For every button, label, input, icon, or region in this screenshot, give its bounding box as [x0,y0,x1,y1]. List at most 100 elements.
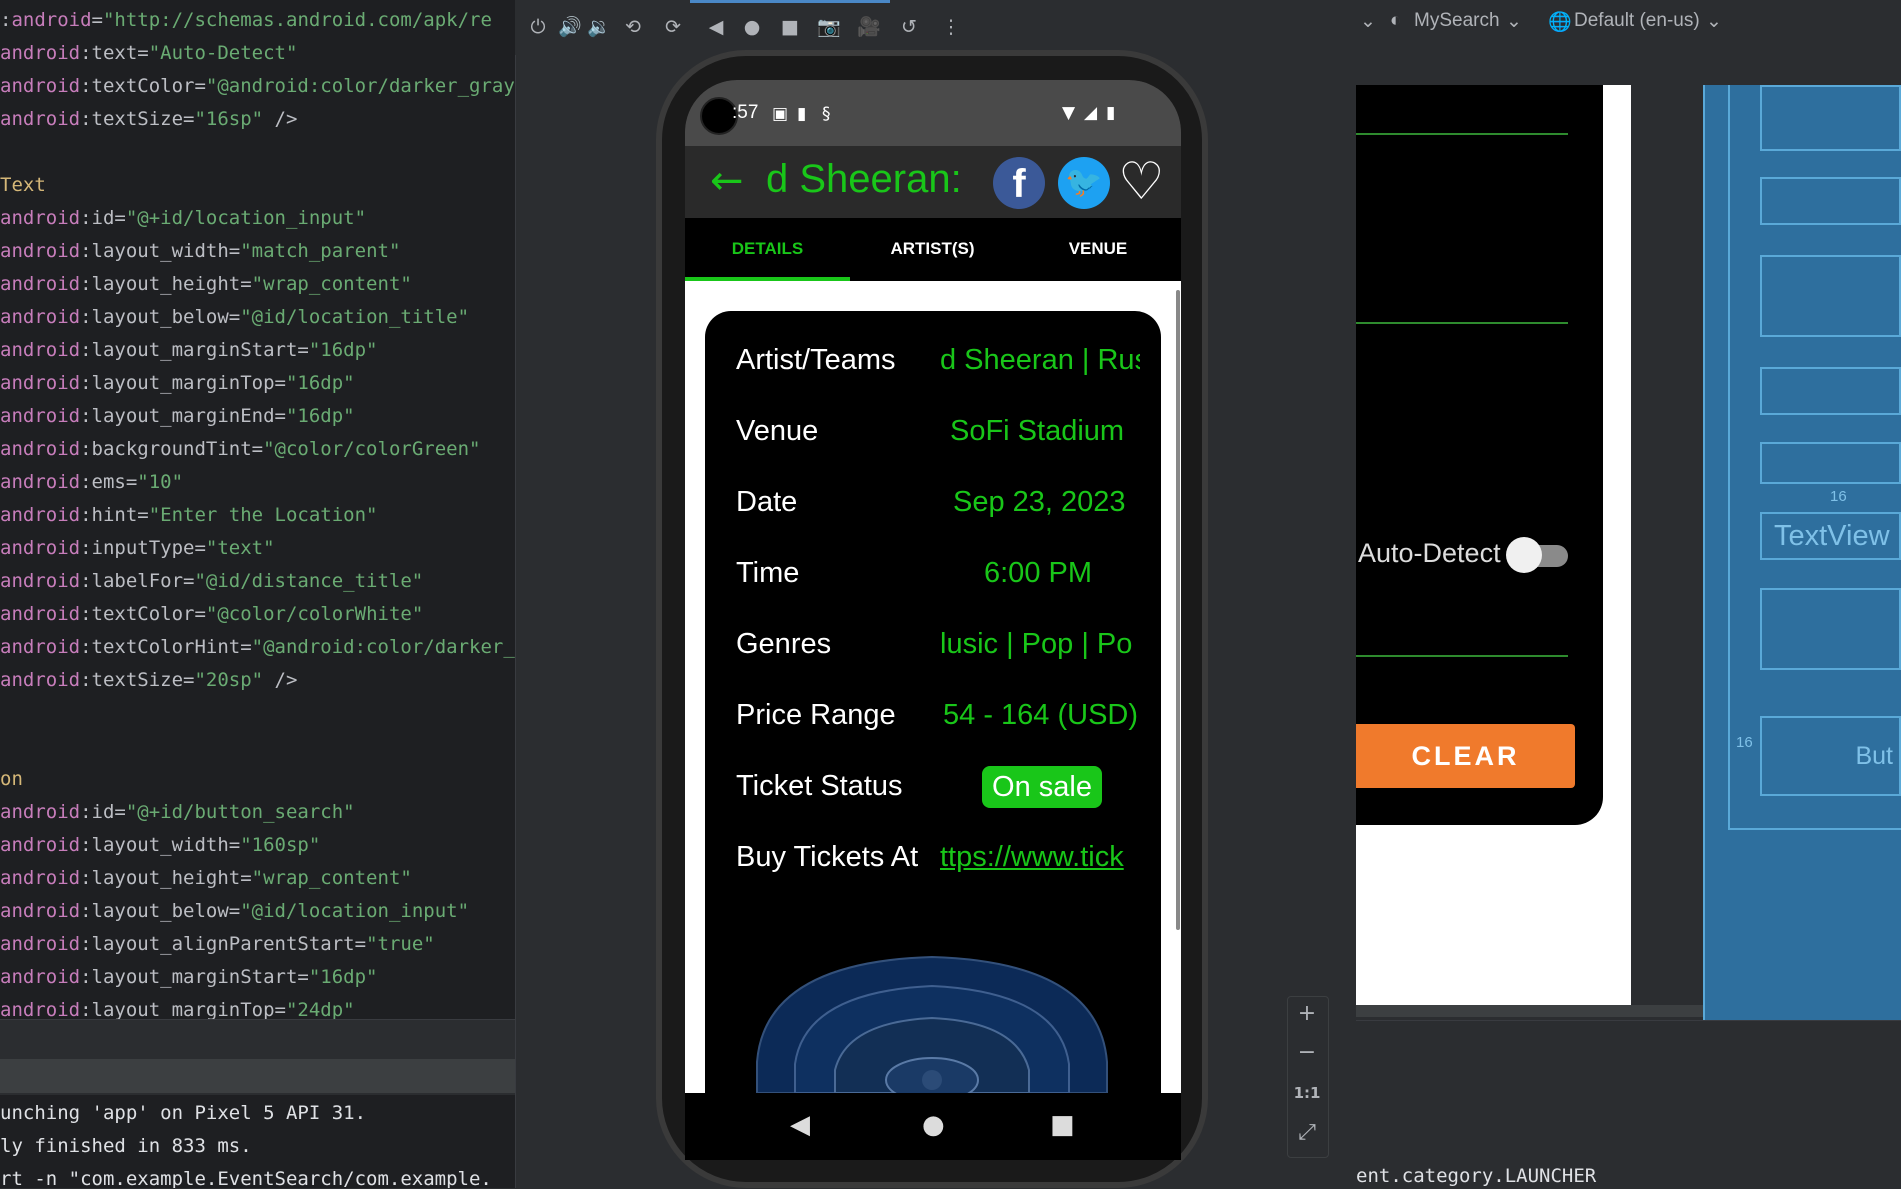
code-line[interactable]: android:layout_marginTop="24dp" [0,994,355,1019]
favorite-heart-icon[interactable]: ♡ [1118,152,1165,212]
overview-icon[interactable]: ■ [777,14,803,40]
code-line[interactable]: android:ems="10" [0,466,183,499]
editor-horizontal-scrollbar[interactable] [0,1059,515,1093]
code-line[interactable]: :android="http://schemas.android.com/apk… [0,4,492,37]
zoom-in-button[interactable]: + [1287,1001,1327,1026]
cellular-icon: ◢ [1084,103,1098,123]
blueprint-box[interactable] [1760,177,1901,225]
reset-icon[interactable]: ↺ [896,14,922,40]
tab-bar: DETAILS ARTIST(S) VENUE [685,218,1181,280]
tab-venue[interactable]: VENUE [1015,218,1181,280]
rotate-left-icon[interactable]: ⟲ [620,14,646,40]
code-line[interactable]: android:hint="Enter the Location" [0,499,378,532]
more-icon[interactable]: ⋮ [938,14,964,40]
time-label: Time [736,557,800,589]
nav-back-icon[interactable]: ◀ [790,1110,810,1140]
facebook-share-button[interactable]: f [993,157,1045,209]
screenshot-icon[interactable]: 📷 [816,14,842,40]
ticket-status-label: Ticket Status [736,770,903,802]
blueprint-box[interactable] [1760,367,1901,415]
code-line[interactable]: android:layout_marginStart="16dp" [0,961,378,994]
preview-input-underline [1356,655,1568,657]
code-line[interactable]: android:layout_width="160sp" [0,829,320,862]
theme-chevron-icon: ⌄ [1506,11,1522,32]
code-line[interactable]: android:backgroundTint="@color/colorGree… [0,433,480,466]
clear-button[interactable]: CLEAR [1356,724,1575,788]
record-icon[interactable]: 🎥 [856,14,882,40]
code-line[interactable]: android:text="Auto-Detect" [0,37,297,70]
code-line[interactable]: android:layout_height="wrap_content" [0,862,412,895]
console-line: unching 'app' on Pixel 5 API 31. [0,1102,367,1124]
theme-selector[interactable]: MySearch [1414,10,1500,32]
content-scrollbar[interactable] [1176,290,1180,930]
volume-down-icon[interactable]: 🔉 [586,14,612,40]
buy-tickets-link[interactable]: ttps://www.tick [940,841,1140,874]
home-icon[interactable]: ● [739,14,765,40]
code-line[interactable]: android:layout_alignParentStart="true" [0,928,435,961]
blueprint-button[interactable]: But [1760,716,1901,796]
blueprint-box[interactable] [1760,588,1901,670]
actual-size-button[interactable]: 1:1 [1287,1084,1327,1102]
blueprint-textview[interactable]: TextView [1760,512,1901,560]
blueprint-box[interactable] [1760,255,1901,337]
code-line[interactable]: android:textSize="20sp" /> [0,664,297,697]
code-line[interactable]: android:layout_below="@id/location_input… [0,895,469,928]
fit-screen-icon[interactable]: ⤢ [1287,1120,1327,1145]
volume-up-icon[interactable]: 🔊 [557,14,583,40]
code-line[interactable]: android:layout_marginStart="16dp" [0,334,378,367]
code-line[interactable]: android:layout_width="match_parent" [0,235,400,268]
event-title: d Sheeran: [766,157,962,201]
right-bottom-panel [1356,1020,1901,1189]
blueprint-box[interactable] [1760,442,1901,484]
twitter-share-button[interactable]: 🐦 [1058,157,1110,209]
tab-details[interactable]: DETAILS [685,218,850,280]
blueprint-box[interactable] [1760,85,1901,151]
locale-chevron-icon: ⌄ [1706,11,1722,32]
code-line[interactable]: Text [0,169,46,202]
globe-icon: 🌐 [1548,12,1572,33]
chevron-down-icon[interactable]: ⌄ [1360,10,1376,33]
code-editor[interactable]: :android="http://schemas.android.com/apk… [0,0,515,1019]
editor-status-strip [0,1019,515,1060]
code-line[interactable]: android:id="@+id/location_input" [0,202,366,235]
code-line[interactable]: android:id="@+id/button_search" [0,796,355,829]
code-line[interactable]: android:layout_height="wrap_content" [0,268,412,301]
time-value: 6:00 PM [984,557,1092,589]
preview-phone-screen [1356,85,1603,825]
auto-detect-label: Auto-Detect [1358,538,1501,568]
code-line[interactable]: android:layout_marginTop="16dp" [0,367,355,400]
genres-label: Genres [736,628,832,660]
code-line[interactable]: android:textColorHint="@android:color/da… [0,631,515,664]
notification-icon: ▣ [772,104,789,124]
code-line[interactable]: android:layout_marginEnd="16dp" [0,400,355,433]
design-toolbar: ⌄ ◐ MySearch ⌄ 🌐 Default (en-us) ⌄ [1356,0,1901,45]
tab-artists[interactable]: ARTIST(S) [850,218,1015,280]
locale-selector[interactable]: Default (en-us) [1574,10,1700,32]
nav-home-icon[interactable]: ● [922,1110,945,1140]
switch-knob[interactable] [1506,537,1542,573]
back-arrow-icon[interactable]: ← [710,157,744,205]
price-range-label: Price Range [736,699,896,731]
run-console[interactable]: unching 'app' on Pixel 5 API 31. ly finis… [0,1095,515,1188]
code-line[interactable]: android:textColor="@android:color/darker… [0,70,515,103]
theme-icon: ◐ [1390,10,1402,31]
back-icon[interactable]: ◀ [703,14,729,40]
code-line[interactable]: android:textColor="@color/colorWhite" [0,598,423,631]
preview-input-underline [1356,322,1568,324]
console-tail: ent.category.LAUNCHER [1356,1165,1597,1187]
power-icon[interactable]: ⏻ [525,14,551,40]
ticket-status-badge: On sale [982,766,1102,808]
rotate-right-icon[interactable]: ⟳ [660,14,686,40]
code-line[interactable]: android:inputType="text" [0,532,275,565]
sync-icon: § [822,104,831,124]
nav-recents-icon[interactable]: ■ [1050,1110,1075,1140]
venue-value: SoFi Stadium [950,415,1125,447]
zoom-out-button[interactable]: − [1287,1040,1327,1065]
emulator-toolbar: ⏻ 🔊 🔉 ⟲ ⟳ ◀ ● ■ 📷 🎥 ↺ ⋮ [515,0,1355,55]
venue-seatmap-image [755,952,1109,1093]
code-line[interactable]: on [0,763,23,796]
code-line[interactable]: android:textSize="16sp" /> [0,103,297,136]
price-range-value: 54 - 164 (USD) [943,699,1139,731]
code-line[interactable]: android:labelFor="@id/distance_title" [0,565,423,598]
code-line[interactable]: android:layout_below="@id/location_title… [0,301,469,334]
